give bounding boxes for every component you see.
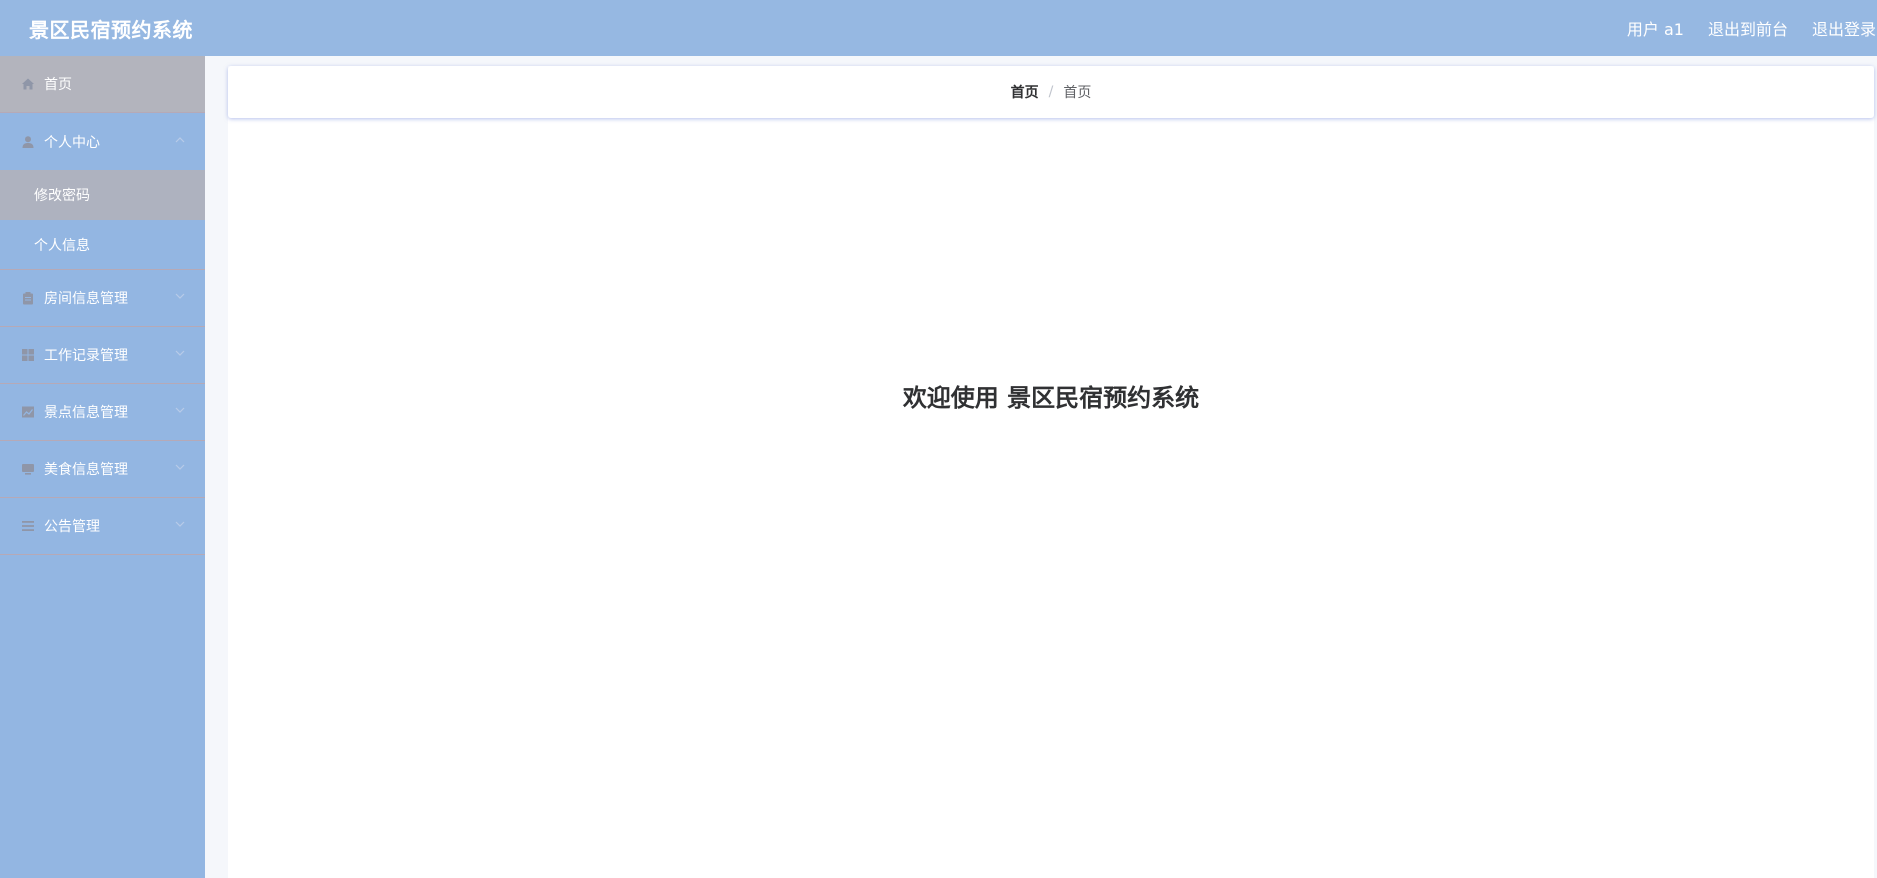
- welcome-heading: 欢迎使用 景区民宿预约系统: [902, 384, 1200, 412]
- sidebar-item-label: 房间信息管理: [44, 291, 128, 307]
- chevron-down-icon: [175, 350, 185, 356]
- current-user-label: 用户 a1: [1626, 20, 1684, 39]
- clipboard-icon: [20, 290, 36, 306]
- grid-icon: [20, 347, 36, 363]
- back-to-front-link[interactable]: 退出到前台: [1708, 16, 1788, 40]
- sidebar-subitem-change-password[interactable]: 修改密码: [0, 170, 205, 220]
- sidebar-item-room-management[interactable]: 房间信息管理: [0, 270, 205, 327]
- chevron-down-icon: [175, 521, 185, 527]
- chevron-down-icon: [175, 464, 185, 470]
- sidebar-item-announcements[interactable]: 公告管理: [0, 498, 205, 555]
- sidebar-item-label: 景点信息管理: [44, 405, 128, 421]
- sidebar-item-label: 公告管理: [44, 519, 100, 535]
- sidebar-item-personal-center[interactable]: 个人中心: [0, 113, 205, 170]
- app-title: 景区民宿预约系统: [29, 17, 193, 42]
- list-icon: [20, 518, 36, 534]
- sidebar-item-label: 工作记录管理: [44, 348, 128, 364]
- sidebar-item-work-records[interactable]: 工作记录管理: [0, 327, 205, 384]
- sidebar-item-home[interactable]: 首页: [0, 56, 205, 113]
- chevron-down-icon: [175, 407, 185, 413]
- user-icon: [20, 134, 36, 150]
- top-bar: 景区民宿预约系统 用户 a1 退出到前台 退出登录: [0, 0, 1877, 56]
- logout-link[interactable]: 退出登录: [1812, 16, 1876, 40]
- home-icon: [20, 76, 36, 92]
- breadcrumb-current: 首页: [1063, 85, 1092, 101]
- monitor-icon: [20, 461, 36, 477]
- sidebar-menu: 首页 个人中心 修改密码 个人信息 房间信息管理 工作记录管理 景点信息管理 美…: [0, 56, 205, 878]
- chevron-down-icon: [175, 293, 185, 299]
- main-content: [228, 66, 1874, 878]
- chart-icon: [20, 404, 36, 420]
- breadcrumb-root-link[interactable]: 首页: [1011, 82, 1039, 102]
- breadcrumb-separator: /: [1048, 84, 1054, 100]
- sidebar-item-food-management[interactable]: 美食信息管理: [0, 441, 205, 498]
- sidebar-item-label: 美食信息管理: [44, 462, 128, 478]
- sidebar-subitem-personal-info[interactable]: 个人信息: [0, 220, 205, 270]
- sidebar-item-label: 首页: [44, 77, 72, 93]
- sidebar-item-scenic-spots[interactable]: 景点信息管理: [0, 384, 205, 441]
- chevron-up-icon: [175, 136, 185, 142]
- top-actions: 用户 a1 退出到前台 退出登录: [1627, 16, 1876, 40]
- sidebar-item-label: 个人中心: [44, 134, 100, 151]
- breadcrumb: 首页 / 首页: [228, 66, 1874, 118]
